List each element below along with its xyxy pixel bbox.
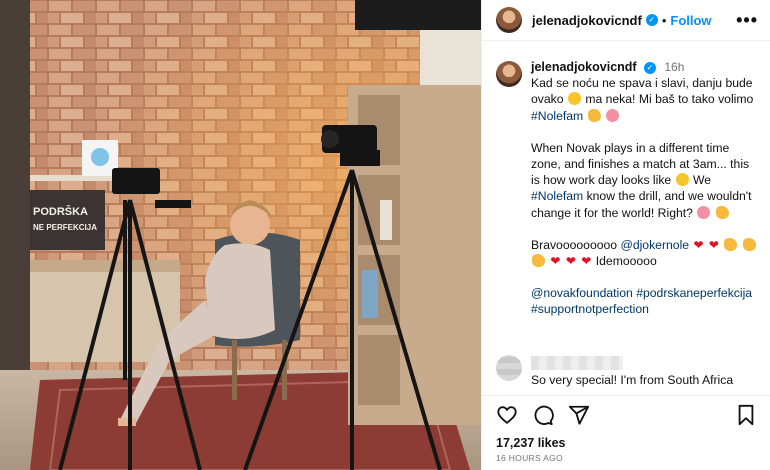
author-username[interactable]: jelenadjokovicndf: [532, 13, 642, 28]
likes-count[interactable]: 17,237 likes: [496, 436, 566, 450]
comment-body: So very special! I'm from South Africa: [531, 355, 733, 387]
commenter-avatar-blurred[interactable]: [496, 355, 522, 381]
caption-bravo-text: Bravooooooooo: [531, 237, 618, 252]
post-photo[interactable]: PODRŠKA NE PERFEKCIJA: [0, 0, 481, 470]
comment-item: So very special! I'm from South Africa: [496, 355, 733, 387]
action-icons: [496, 404, 756, 428]
flexed-biceps-emoji-icon-3: [724, 237, 738, 251]
caption-author-avatar[interactable]: [496, 61, 522, 87]
rolling-laugh-emoji-icon-2: [675, 173, 689, 187]
mention-novakfoundation-link[interactable]: @novakfoundation: [531, 286, 633, 300]
caption: jelenadjokovicndf ✓ 16h Kad se noću ne s…: [496, 59, 758, 318]
caption-text-2a: When Novak plays in a different time zon…: [531, 140, 750, 188]
post-actions-bar: 17,237 likes 16 HOURS AGO: [482, 395, 770, 470]
comment-text: So very special! I'm from South Africa: [531, 373, 734, 387]
share-send-icon[interactable]: [568, 404, 590, 431]
header-separator: •: [661, 12, 667, 28]
sign-line2: NE PERFEKCIJA: [33, 223, 97, 232]
red-heart-emoji-icon-4: ❤: [565, 254, 576, 269]
flexed-biceps-emoji-icon-2: [715, 205, 729, 219]
caption-idemo-text: Idemooooo: [595, 254, 657, 269]
post-side-panel: jelenadjokovicndf ✓ • Follow ••• jelenad…: [481, 0, 770, 470]
caption-paragraph-3: Bravooooooooo @djokernole ❤ ❤ ❤ ❤ ❤ Idem…: [531, 237, 758, 269]
post-caption-area: jelenadjokovicndf ✓ 16h Kad se noću ne s…: [482, 41, 770, 389]
photo-scene: PODRŠKA NE PERFEKCIJA: [0, 0, 481, 470]
post-header: jelenadjokovicndf ✓ • Follow •••: [482, 0, 770, 41]
red-heart-emoji-icon-5: ❤: [581, 254, 592, 269]
caption-verified-badge-icon: ✓: [643, 61, 656, 74]
flexed-biceps-emoji-icon-5: [532, 254, 545, 268]
caption-text-2b: We: [693, 173, 712, 188]
instagram-post-view: PODRŠKA NE PERFEKCIJA jelenadjokovicndf …: [0, 0, 770, 470]
caption-username[interactable]: jelenadjokovicndf: [531, 60, 637, 74]
more-options-icon[interactable]: •••: [736, 10, 758, 31]
red-heart-emoji-icon-2: ❤: [708, 237, 719, 252]
mention-djokernole-link[interactable]: @djokernole: [620, 238, 689, 252]
verified-badge-icon: ✓: [645, 14, 658, 26]
flexed-biceps-emoji-icon: [587, 108, 601, 122]
tongue-wink-emoji-icon-2: [697, 205, 711, 219]
hashtag-supportnotperfection-link[interactable]: #supportnotperfection: [531, 302, 649, 316]
post-time-ago[interactable]: 16 HOURS AGO: [496, 453, 563, 463]
caption-paragraph-1: Kad se noću ne spava i slavi, danju bude…: [531, 75, 758, 124]
caption-paragraph-4: @novakfoundation #podrskaneperfekcija #s…: [531, 285, 758, 317]
caption-time[interactable]: 16h: [664, 60, 684, 74]
rolling-laugh-emoji-icon: [567, 92, 581, 106]
caption-text-1b: ma neka! Mi baš to tako volimo: [585, 92, 754, 107]
flexed-biceps-emoji-icon-4: [742, 237, 756, 251]
caption-paragraph-2: When Novak plays in a different time zon…: [531, 140, 758, 221]
author-avatar[interactable]: [496, 7, 522, 33]
hashtag-podrskaneperfekcija-link[interactable]: #podrskaneperfekcija: [636, 286, 752, 300]
like-heart-icon[interactable]: [496, 404, 518, 431]
hashtag-nolefam-link-2[interactable]: #Nolefam: [531, 189, 583, 203]
caption-content: jelenadjokovicndf ✓ 16h Kad se noću ne s…: [531, 59, 758, 318]
commenter-name-blurred[interactable]: [531, 356, 623, 370]
red-heart-emoji-icon-3: ❤: [550, 254, 561, 269]
save-bookmark-icon[interactable]: [736, 404, 756, 431]
hashtag-nolefam-link[interactable]: #Nolefam: [531, 109, 583, 123]
tongue-wink-emoji-icon: [605, 108, 619, 122]
comment-bubble-icon[interactable]: [532, 404, 554, 431]
follow-button[interactable]: Follow: [670, 13, 711, 28]
sign-line1: PODRŠKA: [33, 205, 88, 218]
red-heart-emoji-icon: ❤: [693, 237, 704, 252]
